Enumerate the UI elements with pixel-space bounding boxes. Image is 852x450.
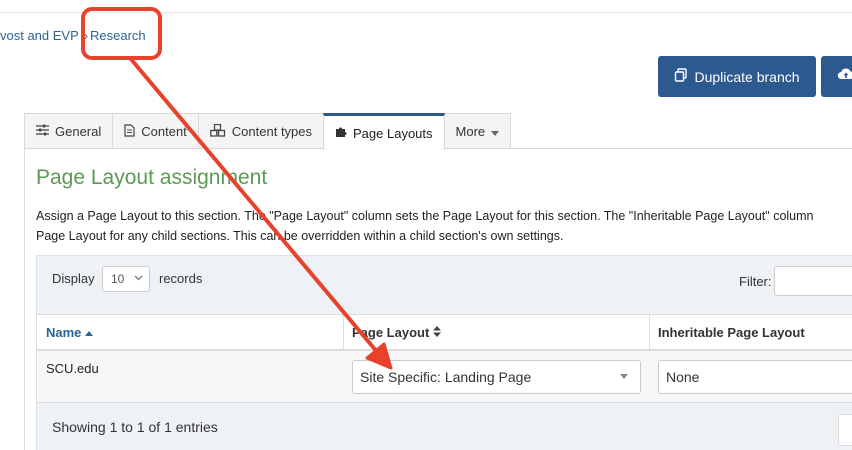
- tab-content-types[interactable]: Content types: [197, 113, 325, 149]
- pagination-button[interactable]: [838, 414, 852, 446]
- breadcrumb: vost and EVP» Research: [0, 28, 146, 43]
- table-info: Showing 1 to 1 of 1 entries: [52, 419, 218, 435]
- page-layout-select[interactable]: Site Specific: Landing Page: [352, 360, 641, 394]
- upload-button[interactable]: [821, 56, 852, 97]
- cubes-icon: [209, 123, 226, 140]
- copy-icon: [674, 68, 688, 85]
- panel-border: [24, 148, 25, 450]
- column-header-page-layout-label: Page Layout: [352, 325, 430, 340]
- tab-general[interactable]: General: [24, 113, 114, 149]
- column-header-page-layout[interactable]: Page Layout: [352, 325, 441, 340]
- top-divider: [0, 12, 852, 13]
- breadcrumb-item-current[interactable]: Research: [90, 28, 146, 43]
- breadcrumb-item-parent[interactable]: vost and EVP: [0, 28, 79, 43]
- tab-content-label: Content: [141, 124, 187, 139]
- cloud-upload-icon: [837, 67, 852, 86]
- description-line-1: Assign a Page Layout to this section. Th…: [36, 209, 814, 223]
- breadcrumb-separator: »: [80, 28, 89, 43]
- column-header-name-label: Name: [46, 325, 82, 340]
- duplicate-branch-label: Duplicate branch: [694, 68, 800, 85]
- tab-bar: General Content Content types Page Layou…: [24, 113, 512, 150]
- tab-content[interactable]: Content: [112, 113, 199, 149]
- document-icon: [124, 123, 135, 140]
- chevron-down-icon: [134, 273, 143, 283]
- records-label: records: [159, 271, 203, 286]
- puzzle-icon: [335, 126, 347, 141]
- inheritable-layout-select[interactable]: None: [658, 360, 852, 394]
- caret-down-icon: [620, 371, 628, 381]
- page-layout-value: Site Specific: Landing Page: [360, 369, 532, 385]
- section-description: Assign a Page Layout to this section. Th…: [36, 206, 852, 246]
- tab-page-layouts[interactable]: Page Layouts: [323, 113, 445, 150]
- tab-content-types-label: Content types: [231, 124, 313, 139]
- records-per-page-value: 10: [111, 272, 125, 286]
- inheritable-layout-value: None: [666, 369, 700, 385]
- sort-icon: [432, 325, 441, 340]
- sort-asc-icon: [85, 325, 94, 340]
- filter-label: Filter:: [739, 274, 772, 289]
- sliders-icon: [36, 124, 49, 139]
- column-header-inheritable-layout[interactable]: Inheritable Page Layout: [658, 325, 805, 340]
- duplicate-branch-button[interactable]: Duplicate branch: [658, 56, 816, 97]
- filter-input[interactable]: [774, 266, 852, 296]
- table-header: Name Page Layout Inheritable Page Layout: [37, 314, 852, 351]
- display-label: Display: [52, 271, 95, 286]
- tab-more[interactable]: More: [443, 113, 512, 149]
- records-per-page-select[interactable]: 10: [102, 266, 150, 292]
- tab-more-label: More: [455, 124, 486, 139]
- row-name-cell: SCU.edu: [46, 361, 99, 376]
- caret-down-icon: [491, 124, 500, 139]
- page-title: Page Layout assignment: [36, 166, 268, 189]
- tab-page-layouts-label: Page Layouts: [353, 125, 433, 141]
- column-header-name[interactable]: Name: [46, 325, 94, 340]
- description-line-2: Page Layout for any child sections. This…: [36, 229, 564, 243]
- tab-general-label: General: [55, 124, 102, 139]
